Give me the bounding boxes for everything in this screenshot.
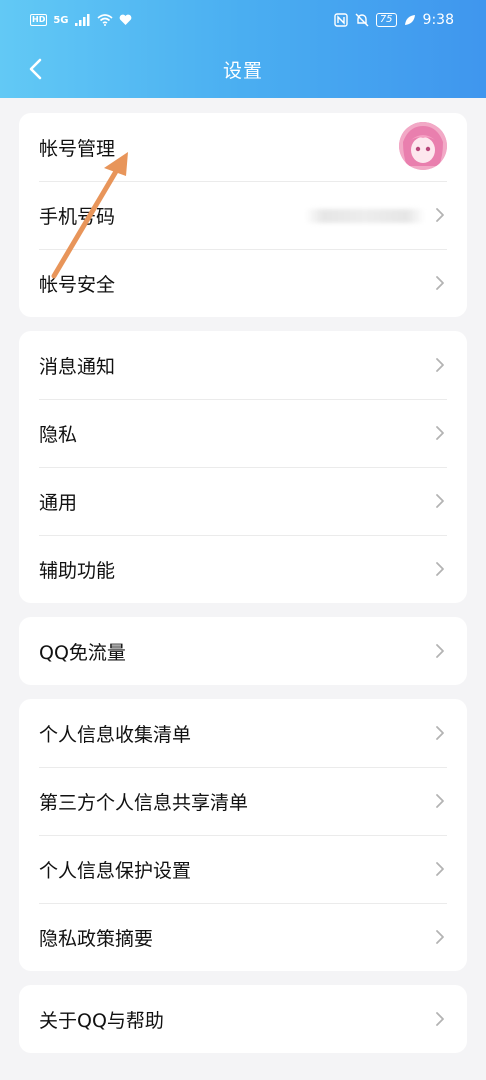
settings-item-label: 隐私 bbox=[39, 423, 78, 446]
header: HD 5G 75 9:38 设置 bbox=[0, 0, 486, 98]
settings-item-privacy[interactable]: 隐私 bbox=[19, 399, 467, 467]
phone-number-redacted bbox=[305, 209, 425, 223]
chevron-right-icon bbox=[436, 930, 444, 944]
settings-item-about-qq-help[interactable]: 关于QQ与帮助 bbox=[19, 985, 467, 1053]
settings-item-info-protection-settings[interactable]: 个人信息保护设置 bbox=[19, 835, 467, 903]
settings-item-privacy-policy-summary[interactable]: 隐私政策摘要 bbox=[19, 903, 467, 971]
page-title: 设置 bbox=[222, 60, 263, 82]
settings-item-label: 手机号码 bbox=[39, 205, 116, 228]
heart-icon bbox=[119, 14, 131, 25]
nfc-icon bbox=[334, 13, 348, 27]
personal-info-group: 个人信息收集清单 第三方个人信息共享清单 个人信息保护设置 隐私政策摘要 bbox=[19, 699, 467, 971]
settings-item-info-collection-list[interactable]: 个人信息收集清单 bbox=[19, 699, 467, 767]
settings-item-notifications[interactable]: 消息通知 bbox=[19, 331, 467, 399]
mute-bell-icon bbox=[355, 13, 369, 27]
chevron-right-icon bbox=[436, 358, 444, 372]
signal-icon bbox=[74, 14, 90, 26]
settings-item-account-security[interactable]: 帐号安全 bbox=[19, 249, 467, 317]
account-group: 帐号管理 手机号码 帐号安全 bbox=[19, 113, 467, 317]
settings-item-label: 消息通知 bbox=[39, 355, 116, 378]
chevron-right-icon bbox=[436, 562, 444, 576]
chevron-right-icon bbox=[436, 726, 444, 740]
clock-time: 9:38 bbox=[422, 12, 454, 28]
settings-item-label: 帐号管理 bbox=[39, 137, 116, 160]
status-right: 75 9:38 bbox=[334, 12, 454, 28]
general-group: 消息通知 隐私 通用 辅助功能 bbox=[19, 331, 467, 603]
network-label: 5G bbox=[53, 14, 69, 26]
chevron-right-icon bbox=[436, 426, 444, 440]
chevron-right-icon bbox=[436, 862, 444, 876]
settings-item-third-party-sharing-list[interactable]: 第三方个人信息共享清单 bbox=[19, 767, 467, 835]
status-left: HD 5G bbox=[30, 14, 132, 26]
chevron-right-icon bbox=[436, 208, 444, 222]
nav-bar: 设置 bbox=[0, 44, 486, 94]
settings-item-phone-number[interactable]: 手机号码 bbox=[19, 181, 467, 249]
hd-badge: HD bbox=[30, 14, 48, 26]
settings-item-general[interactable]: 通用 bbox=[19, 467, 467, 535]
chevron-right-icon bbox=[436, 276, 444, 290]
chevron-right-icon bbox=[436, 1012, 444, 1026]
wifi-icon bbox=[96, 14, 113, 26]
settings-item-label: 第三方个人信息共享清单 bbox=[39, 791, 249, 814]
settings-item-label: 辅助功能 bbox=[39, 559, 116, 582]
settings-item-label: 隐私政策摘要 bbox=[39, 927, 154, 950]
about-group: 关于QQ与帮助 bbox=[19, 985, 467, 1053]
settings-item-accessibility[interactable]: 辅助功能 bbox=[19, 535, 467, 603]
settings-item-qq-data-free[interactable]: QQ免流量 bbox=[19, 617, 467, 685]
leaf-icon bbox=[404, 15, 415, 25]
settings-item-label: QQ免流量 bbox=[39, 641, 126, 664]
chevron-right-icon bbox=[436, 644, 444, 658]
settings-item-label: 个人信息保护设置 bbox=[39, 859, 192, 882]
battery-indicator: 75 bbox=[375, 13, 397, 27]
chevron-right-icon bbox=[436, 794, 444, 808]
data-free-group: QQ免流量 bbox=[19, 617, 467, 685]
chevron-right-icon bbox=[436, 494, 444, 508]
avatar bbox=[399, 122, 447, 170]
status-bar: HD 5G 75 9:38 bbox=[0, 0, 486, 44]
settings-item-label: 关于QQ与帮助 bbox=[39, 1009, 164, 1032]
settings-item-account-management[interactable]: 帐号管理 bbox=[19, 113, 467, 181]
settings-item-label: 帐号安全 bbox=[39, 273, 116, 296]
settings-item-label: 通用 bbox=[39, 491, 78, 514]
settings-item-label: 个人信息收集清单 bbox=[39, 723, 192, 746]
